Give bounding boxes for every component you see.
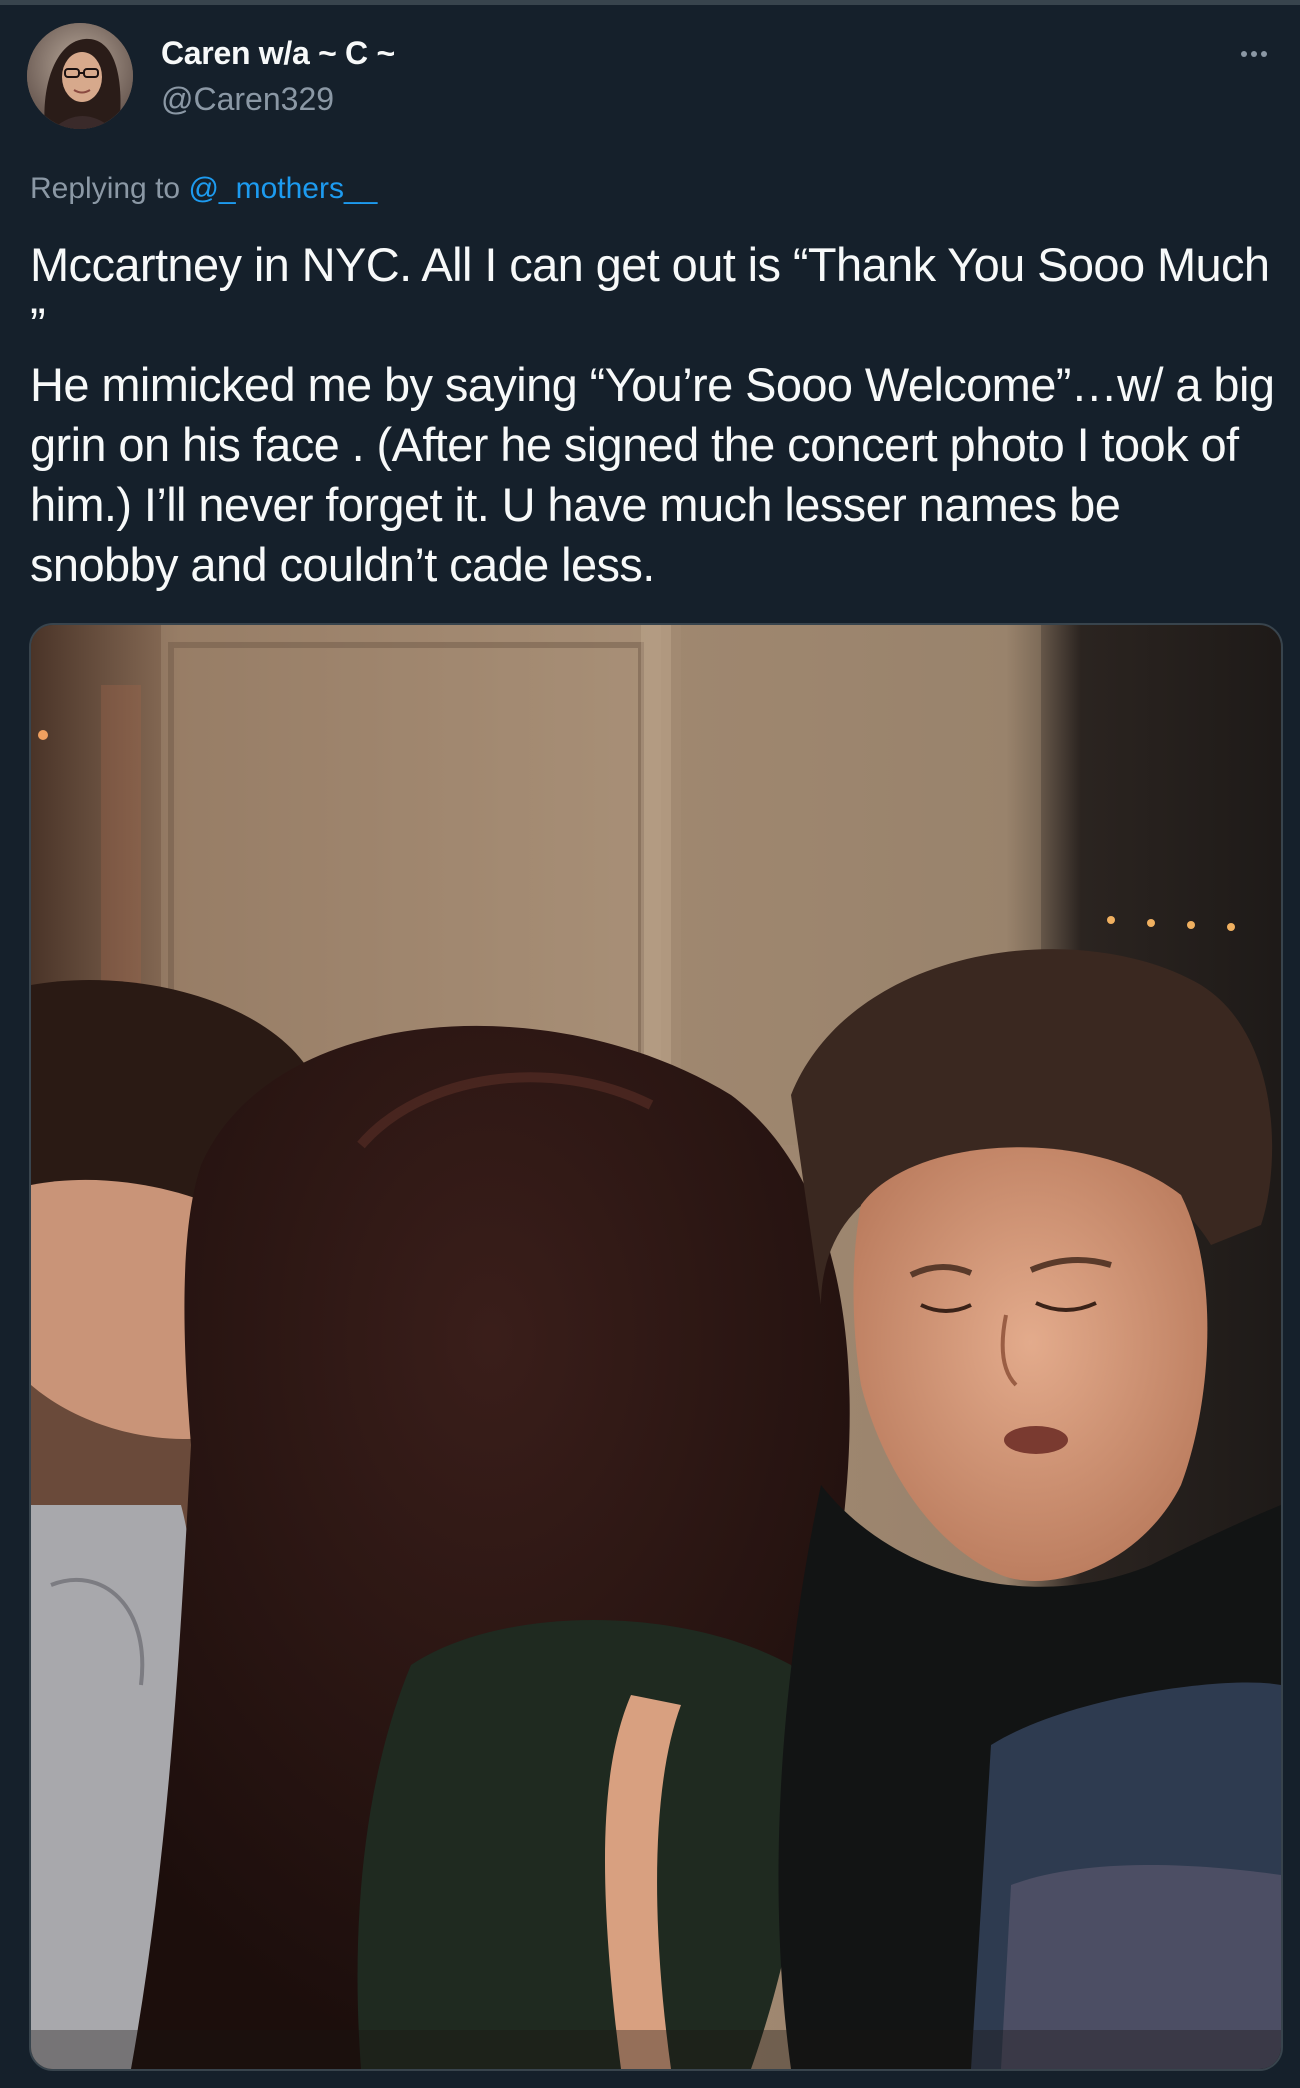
more-horizontal-icon-dot <box>1251 51 1257 57</box>
avatar-image <box>27 23 133 129</box>
display-name[interactable]: Caren w/a ~ C ~ <box>161 35 395 72</box>
tweet-photo[interactable] <box>29 623 1283 2071</box>
avatar[interactable] <box>27 23 133 129</box>
tweet-text: Mccartney in NYC. All I can get out is “… <box>30 238 1275 591</box>
tweet: Caren w/a ~ C ~ @Caren329 Replying to @_… <box>0 5 1300 2088</box>
more-options-button[interactable] <box>1232 39 1276 69</box>
more-horizontal-icon-dot <box>1261 51 1267 57</box>
replying-to-label: Replying to <box>30 172 189 205</box>
more-horizontal-icon <box>1241 51 1247 57</box>
username-handle[interactable]: @Caren329 <box>161 81 334 118</box>
reply-mention-link[interactable]: @_mothers__ <box>188 172 377 205</box>
photo-image <box>31 625 1281 2069</box>
replying-to: Replying to @_mothers__ <box>30 172 377 206</box>
